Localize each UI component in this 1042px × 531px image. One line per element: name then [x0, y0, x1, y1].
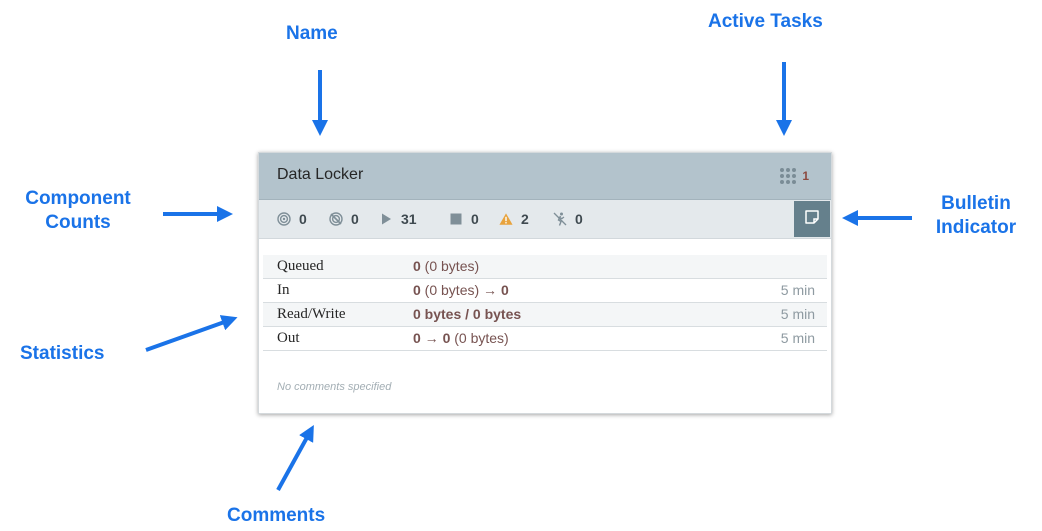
arrow-comments	[276, 424, 314, 491]
process-group-header[interactable]: Data Locker 1	[259, 153, 831, 200]
stat-label: In	[277, 282, 290, 298]
stop-icon	[449, 212, 463, 226]
bulletin-indicator[interactable]	[794, 201, 830, 237]
count-running: 31	[379, 210, 417, 228]
disabled-icon	[553, 212, 567, 226]
warning-icon	[499, 212, 513, 226]
stat-value: 0 → 0 (0 bytes)	[413, 330, 509, 346]
count-not-transmitting-value: 0	[351, 211, 359, 227]
component-counts-bar: 0 0 31 0 2 0	[259, 200, 831, 239]
callout-component-counts-text: Component Counts	[25, 188, 131, 233]
callout-bulletin-indicator-text: Bulletin Indicator	[935, 193, 1017, 238]
callout-name: Name	[286, 23, 338, 44]
stat-label: Read/Write	[277, 306, 346, 322]
count-transmitting-value: 0	[299, 211, 307, 227]
count-running-value: 31	[401, 211, 417, 227]
stat-value: 0 (0 bytes) → 0	[413, 282, 509, 298]
count-invalid-value: 2	[521, 211, 529, 227]
count-invalid: 2	[499, 210, 529, 228]
callout-bulletin-indicator: Bulletin Indicator	[920, 192, 1032, 240]
stat-time: 5 min	[780, 306, 815, 322]
stat-label: Queued	[277, 258, 324, 274]
comments: No comments specified	[277, 381, 392, 393]
callout-comments: Comments	[227, 505, 326, 526]
stat-time: 5 min	[780, 330, 815, 346]
stat-label: Out	[277, 330, 300, 346]
stat-value: 0 bytes / 0 bytes	[413, 306, 522, 322]
play-icon	[379, 212, 393, 226]
count-transmitting: 0	[277, 210, 307, 228]
process-group-name[interactable]: Data Locker	[277, 166, 363, 184]
active-tasks-count: 1	[802, 169, 809, 183]
count-disabled-value: 0	[575, 211, 583, 227]
stat-value: 0 (0 bytes)	[413, 258, 480, 274]
tasks-grid-icon	[780, 168, 797, 184]
stat-row-queued: Queued 0 (0 bytes)	[263, 255, 827, 279]
bulletin-icon	[804, 209, 820, 230]
callout-component-counts: Component Counts	[6, 187, 150, 235]
transmitting-icon	[277, 212, 291, 226]
count-not-transmitting: 0	[329, 210, 359, 228]
stat-time: 5 min	[780, 282, 815, 298]
active-tasks: 1	[780, 168, 809, 184]
count-stopped-value: 0	[471, 211, 479, 227]
arrow-statistics	[145, 315, 238, 352]
stat-row-in: In 0 (0 bytes) → 0 5 min	[263, 279, 827, 303]
callout-active-tasks: Active Tasks	[708, 11, 823, 32]
process-group[interactable]: Data Locker 1 0 0 31 0 2 0 Queued 0 (0 b…	[258, 152, 832, 414]
count-stopped: 0	[449, 210, 479, 228]
stat-row-read-write: Read/Write 0 bytes / 0 bytes 5 min	[263, 303, 827, 327]
count-disabled: 0	[553, 210, 583, 228]
not-transmitting-icon	[329, 212, 343, 226]
callout-statistics: Statistics	[20, 343, 105, 364]
stat-row-out: Out 0 → 0 (0 bytes) 5 min	[263, 327, 827, 351]
